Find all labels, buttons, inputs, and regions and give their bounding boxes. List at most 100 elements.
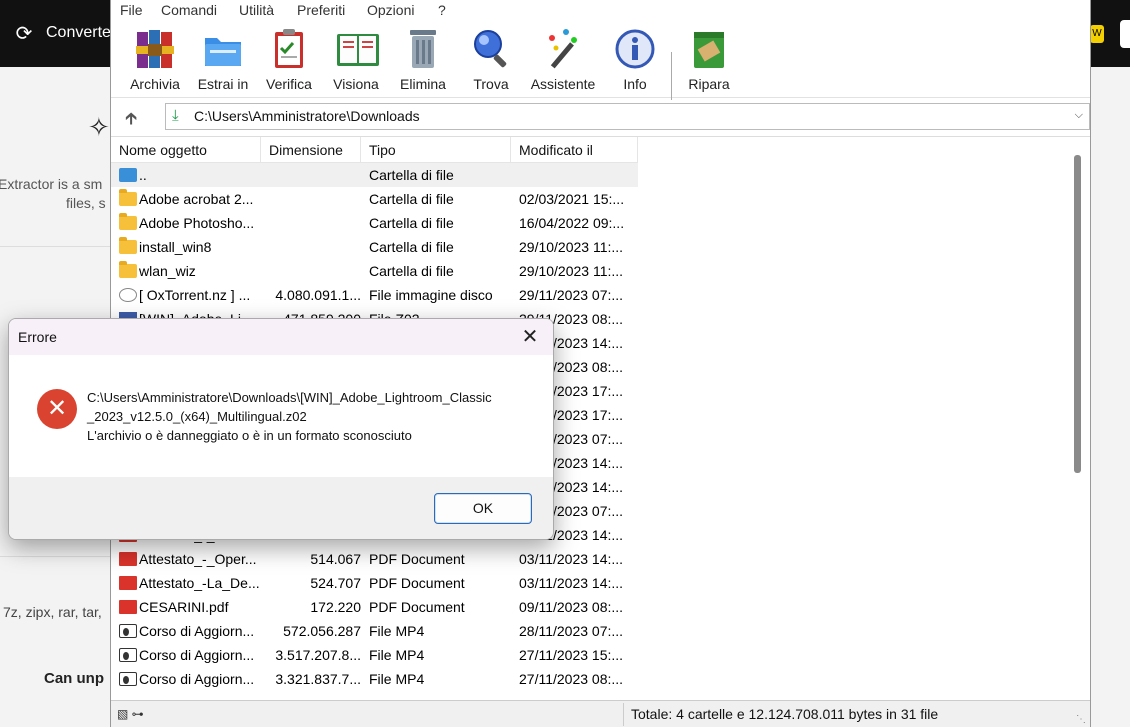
repair-label: Ripara: [688, 76, 730, 92]
menu-utilita[interactable]: Utilità: [239, 2, 274, 18]
pdf-file-icon: [119, 552, 137, 566]
column-type[interactable]: Tipo: [361, 137, 511, 163]
file-modified: 09/11/2023 08:...: [519, 599, 624, 615]
archive-label: Archivia: [130, 76, 180, 92]
info-label: Info: [623, 76, 647, 92]
parent-folder-icon: [119, 168, 137, 182]
find-label: Trova: [473, 76, 509, 92]
table-row[interactable]: Corso di Aggiorn... 3.517.207.8... File MP…: [111, 643, 638, 667]
extract-to-button[interactable]: Estrai in: [193, 26, 253, 96]
file-size: 172.220: [310, 599, 361, 615]
background-app-title: Converte: [46, 24, 111, 41]
column-name[interactable]: Nome oggetto: [111, 137, 261, 163]
menu-comandi[interactable]: Comandi: [161, 2, 217, 18]
repair-kit-icon: [688, 26, 730, 72]
info-button[interactable]: Info: [607, 26, 663, 96]
file-modified: 29/11/2023 07:...: [519, 287, 624, 303]
delete-label: Elimina: [400, 76, 446, 92]
error-icon: ✕: [37, 389, 77, 429]
drive-key-icon: ▧ ⊶: [117, 707, 144, 721]
file-modified: 27/11/2023 15:...: [519, 647, 624, 663]
ok-button[interactable]: OK: [434, 493, 532, 524]
menu-file[interactable]: File: [120, 2, 143, 18]
pdf-file-icon: [119, 600, 137, 614]
background-heading: Can unp: [44, 670, 104, 687]
repair-button[interactable]: Ripara: [681, 26, 737, 96]
folder-extract-icon: [202, 26, 244, 72]
file-name: Adobe Photosho...: [139, 215, 255, 231]
delete-button[interactable]: Elimina: [395, 26, 451, 96]
magic-wand-icon: [542, 26, 584, 72]
dialog-titlebar: Errore ✕: [9, 319, 553, 355]
column-modified[interactable]: Modificato il: [511, 137, 638, 163]
view-button[interactable]: Visiona: [327, 26, 385, 96]
table-row[interactable]: [ OxTorrent.nz ] ... 4.080.091.1... File i…: [111, 283, 638, 307]
file-modified: 02/03/2021 15:...: [519, 191, 625, 207]
archive-books-icon: [134, 26, 176, 72]
dialog-message: C:\Users\Amministratore\Downloads\[WIN]_…: [87, 388, 492, 445]
file-type: Cartella di file: [369, 215, 454, 231]
menu-preferiti[interactable]: Preferiti: [297, 2, 345, 18]
file-modified: 27/11/2023 08:...: [519, 671, 624, 687]
file-type: File immagine disco: [369, 287, 493, 303]
status-separator: [623, 703, 624, 726]
menu-opzioni[interactable]: Opzioni: [367, 2, 414, 18]
address-input[interactable]: ⤓ C:\Users\Amministratore\Downloads ⌵: [165, 103, 1090, 130]
find-button[interactable]: Trova: [463, 26, 519, 96]
table-row[interactable]: Adobe acrobat 2... Cartella di file 02/03/…: [111, 187, 638, 211]
file-name: Attestato_-_Oper...: [139, 551, 257, 567]
file-name: Attestato_-La_De...: [139, 575, 260, 591]
file-modified: 03/11/2023 14:...: [519, 551, 624, 567]
file-type: File MP4: [369, 647, 425, 663]
video-file-icon: [119, 672, 137, 686]
menu-bar: File Comandi Utilità Preferiti Opzioni ?: [111, 0, 1090, 22]
vertical-scrollbar[interactable]: [1074, 155, 1081, 473]
file-name: Corso di Aggiorn...: [139, 623, 255, 639]
table-row[interactable]: wlan_wiz Cartella di file 29/10/2023 11:..…: [111, 259, 638, 283]
table-row[interactable]: CESARINI.pdf 172.220 PDF Document 09/11/202…: [111, 595, 638, 619]
file-type: PDF Document: [369, 551, 465, 567]
table-row[interactable]: Corso di Aggiorn... 572.056.287 File MP4 28…: [111, 619, 638, 643]
background-description-line1: Extractor is a sm: [0, 176, 103, 192]
dialog-footer: OK: [9, 477, 553, 539]
address-path: C:\Users\Amministratore\Downloads: [194, 108, 420, 124]
table-row[interactable]: Attestato_-_Oper... 514.067 PDF Document 03…: [111, 547, 638, 571]
status-bar: ▧ ⊶ Totale: 4 cartelle e 12.124.708.011 …: [111, 700, 1090, 727]
magnifier-icon: [470, 26, 512, 72]
background-right-icon: [1120, 20, 1130, 48]
dialog-message-line2: _2023_v12.5.0_(x64)_Multilingual.z02: [87, 409, 307, 424]
table-row[interactable]: .. Cartella di file: [111, 163, 638, 187]
extract-to-label: Estrai in: [197, 76, 249, 92]
disc-image-icon: [119, 288, 137, 302]
table-row[interactable]: install_win8 Cartella di file 29/10/2023 1…: [111, 235, 638, 259]
clipboard-check-icon: [268, 26, 310, 72]
up-arrow-icon[interactable]: 🡱: [125, 106, 137, 135]
wizard-button[interactable]: Assistente: [527, 26, 599, 96]
dialog-title: Errore: [18, 329, 57, 345]
dialog-message-line1: C:\Users\Amministratore\Downloads\[WIN]_…: [87, 390, 492, 405]
status-text: Totale: 4 cartelle e 12.124.708.011 byte…: [631, 706, 939, 722]
file-size: 572.056.287: [283, 623, 361, 639]
file-name: wlan_wiz: [139, 263, 196, 279]
table-row[interactable]: Attestato_-La_De... 524.707 PDF Document 03…: [111, 571, 638, 595]
archive-button[interactable]: Archivia: [125, 26, 185, 96]
trash-bin-icon: [402, 26, 444, 72]
resize-grip-icon[interactable]: ⋱: [1076, 714, 1086, 725]
file-name: Corso di Aggiorn...: [139, 671, 255, 687]
file-type: Cartella di file: [369, 263, 454, 279]
video-file-icon: [119, 648, 137, 662]
file-size: 514.067: [310, 551, 361, 567]
file-name: CESARINI.pdf: [139, 599, 229, 615]
table-row[interactable]: Corso di Aggiorn... 3.321.837.7... File MP…: [111, 667, 638, 691]
error-dialog: Errore ✕ ✕ C:\Users\Amministratore\Downl…: [8, 318, 554, 540]
column-size[interactable]: Dimensione: [261, 137, 361, 163]
test-button[interactable]: Verifica: [261, 26, 317, 96]
file-size: 524.707: [310, 575, 361, 591]
file-type: PDF Document: [369, 599, 465, 615]
close-icon[interactable]: ✕: [515, 323, 545, 351]
folder-icon: [119, 237, 137, 254]
view-label: Visiona: [333, 76, 379, 92]
table-row[interactable]: Adobe Photosho... Cartella di file 16/04/2…: [111, 211, 638, 235]
menu-help[interactable]: ?: [438, 2, 446, 18]
chevron-down-icon[interactable]: ⌵: [1075, 109, 1083, 122]
